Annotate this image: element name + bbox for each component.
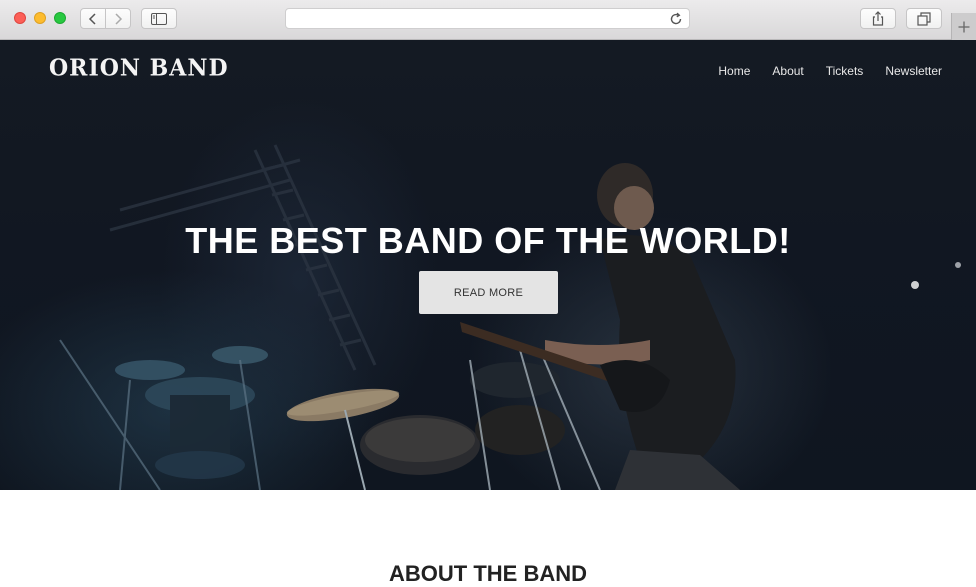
- sidebar-toggle-button[interactable]: [141, 8, 177, 29]
- plus-icon: [958, 21, 970, 32]
- brand-logo[interactable]: ORION BAND: [49, 54, 229, 81]
- main-nav: Home About Tickets Newsletter: [696, 64, 942, 78]
- tabs-icon: [917, 11, 931, 26]
- address-bar[interactable]: [285, 8, 690, 29]
- minimize-window-button[interactable]: [34, 12, 46, 24]
- nav-item-tickets[interactable]: Tickets: [826, 64, 864, 78]
- share-button[interactable]: [860, 8, 896, 29]
- hero-title: THE BEST BAND OF THE WORLD!: [185, 220, 791, 261]
- new-tab-button[interactable]: [951, 13, 976, 40]
- sidebar-icon: [151, 12, 167, 25]
- forward-button[interactable]: [105, 9, 130, 28]
- close-window-button[interactable]: [14, 12, 26, 24]
- zoom-window-button[interactable]: [54, 12, 66, 24]
- nav-item-newsletter[interactable]: Newsletter: [885, 64, 942, 78]
- hero-section: ORION BAND Home About Tickets Newsletter…: [0, 40, 976, 490]
- read-more-button[interactable]: READ MORE: [419, 271, 558, 314]
- hero-background-image: [59, 144, 961, 490]
- chevron-left-icon: [89, 12, 96, 25]
- history-nav-group: [80, 8, 131, 29]
- show-tabs-button[interactable]: [906, 8, 942, 29]
- back-button[interactable]: [81, 9, 105, 28]
- chevron-right-icon: [115, 12, 123, 25]
- nav-item-about[interactable]: About: [772, 64, 803, 78]
- nav-item-home[interactable]: Home: [718, 64, 750, 78]
- browser-toolbar: [0, 0, 976, 40]
- reload-icon[interactable]: [669, 12, 683, 26]
- share-icon: [872, 11, 884, 26]
- about-section-title: ABOUT THE BAND: [389, 561, 587, 586]
